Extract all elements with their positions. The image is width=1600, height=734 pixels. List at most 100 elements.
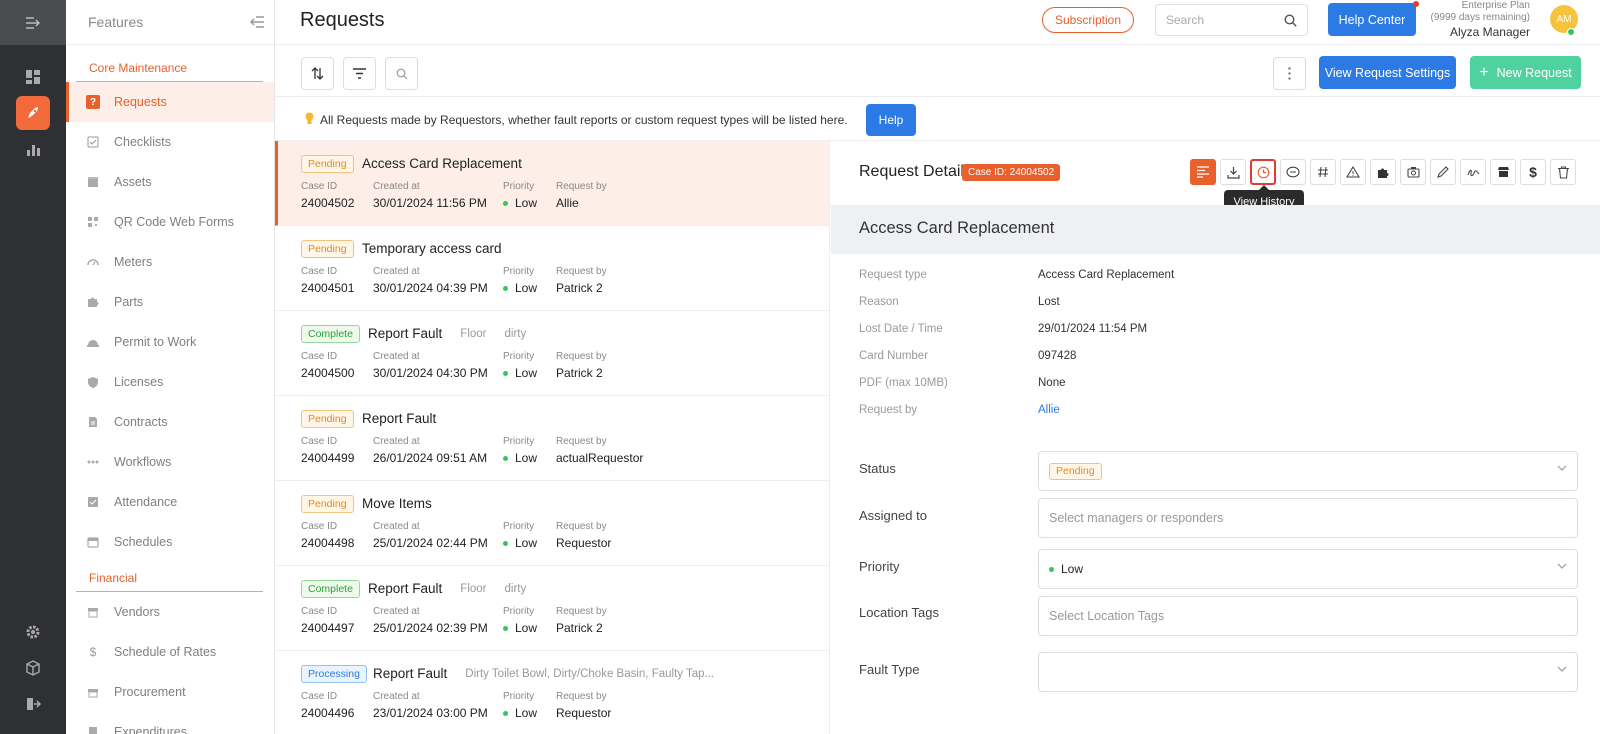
comments-button[interactable] [1280,159,1306,185]
case-id-value: 24004499 [301,451,355,465]
packages-rail-button[interactable] [16,651,50,685]
new-request-label: New Request [1496,65,1572,80]
search-icon [396,68,407,79]
subscription-button[interactable]: Subscription [1042,7,1134,33]
cart-icon [86,685,100,699]
details-view-button[interactable] [1190,159,1216,185]
sidebar-item-qr-code-web-forms[interactable]: QR Code Web Forms [66,202,274,242]
help-button[interactable]: Help [866,104,916,136]
request-row[interactable]: Pending Report Fault Case ID Created at Prio… [275,396,829,481]
view-request-settings-button[interactable]: View Request Settings [1319,56,1456,89]
created-at-label: Created at [373,691,420,702]
document-icon [86,415,100,429]
kebab-icon [1288,67,1291,80]
icon-rail [0,0,66,734]
logout-rail-button[interactable] [16,687,50,721]
status-badge: Pending [301,410,354,428]
case-id-value: 24004500 [301,366,355,380]
new-request-button[interactable]: + New Request [1470,56,1581,89]
priority-select[interactable]: Low [1038,549,1578,589]
request-row[interactable]: Pending Access Card Replacement Case ID Cre… [275,141,829,226]
online-status-dot [1567,28,1575,36]
sidebar-item-label: Permit to Work [114,335,197,349]
sidebar-item-requests[interactable]: ? Requests [66,82,274,122]
location-tags-select[interactable]: Select Location Tags [1038,596,1578,636]
request-row[interactable]: Complete Report Fault Floor dirty Case ID Cre… [275,566,829,651]
sidebar-item-procurement[interactable]: Procurement [66,672,274,712]
priority-text: Low [1061,562,1084,576]
expand-menu-button[interactable] [0,0,66,45]
sidebar-item-label: Attendance [114,495,178,509]
status-badge: Processing [301,665,367,683]
edit-button[interactable] [1430,159,1456,185]
dashboard-rail-button[interactable] [16,60,50,94]
tags-button[interactable] [1310,159,1336,185]
sidebar-item-schedules[interactable]: Schedules [66,522,274,562]
download-button[interactable] [1220,159,1246,185]
sidebar-item-contracts[interactable]: Contracts [66,402,274,442]
priority-text: Low [515,621,538,635]
cost-button[interactable]: $ [1520,159,1546,185]
request-row[interactable]: Complete Report Fault Floor dirty Case ID Cre… [275,311,829,396]
help-center-button[interactable]: Help Center [1328,3,1416,36]
dots-icon [86,455,100,469]
collapse-sidebar-icon[interactable] [250,16,264,28]
warning-button[interactable] [1340,159,1366,185]
created-at-label: Created at [373,181,420,192]
features-rail-button[interactable] [16,96,50,130]
settings-rail-button[interactable] [16,615,50,649]
archive-button[interactable] [1400,159,1426,185]
sidebar-item-schedule-of-rates[interactable]: $ Schedule of Rates [66,632,274,672]
case-id-value: 24004497 [301,621,355,635]
analytics-icon [27,145,40,156]
user-name[interactable]: Alyza Manager [1423,26,1530,38]
search-input[interactable] [1166,13,1276,27]
signature-button[interactable] [1460,159,1486,185]
location-tags-label: Location Tags [859,605,939,620]
case-id-label: Case ID [301,691,338,702]
priority-value: Low [503,706,537,720]
created-at-label: Created at [373,521,420,532]
parts-button[interactable] [1370,159,1396,185]
vendor-button[interactable] [1490,159,1516,185]
section-financial: Financial [76,562,263,592]
fault-type-select[interactable] [1038,652,1578,692]
search-box[interactable] [1155,4,1308,36]
cube-icon [26,660,40,676]
sidebar-item-expenditures[interactable]: Expenditures [66,712,274,734]
chevron-down-icon [1557,465,1567,471]
sidebar-item-permit-to-work[interactable]: Permit to Work [66,322,274,362]
analytics-rail-button[interactable] [16,132,50,166]
sidebar-item-vendors[interactable]: Vendors [66,592,274,632]
plan-remaining: (9999 days remaining) [1430,12,1531,23]
sidebar-item-checklists[interactable]: Checklists [66,122,274,162]
plus-icon: + [1479,63,1489,81]
assigned-to-select[interactable]: Select managers or responders [1038,498,1578,538]
request-title: Report Fault [373,666,448,681]
sidebar-item-assets[interactable]: Assets [66,162,274,202]
view-history-button[interactable] [1250,159,1276,185]
plan-name: Enterprise Plan [1461,0,1530,11]
more-options-button[interactable] [1273,57,1306,90]
request-row[interactable]: Processing Report Fault Dirty Toilet Bowl,… [275,651,829,734]
list-search-button[interactable] [385,57,418,90]
sidebar-item-licenses[interactable]: Licenses [66,362,274,402]
requester-link[interactable]: Allie [1038,404,1060,416]
status-badge: Pending [301,495,354,513]
priority-text: Low [515,281,538,295]
request-row[interactable]: Pending Move Items Case ID Created at Priori… [275,481,829,566]
request-row[interactable]: Pending Temporary access card Case ID Creat… [275,226,829,311]
sidebar-item-label: Contracts [114,415,168,429]
filter-button[interactable] [343,57,376,90]
features-sidebar: Features Core Maintenance ? Requests Chec… [66,0,275,734]
sidebar-item-attendance[interactable]: Attendance [66,482,274,522]
created-at-value: 25/01/2024 02:39 PM [373,621,488,635]
delete-button[interactable] [1550,159,1576,185]
sidebar-item-meters[interactable]: Meters [66,242,274,282]
sort-button[interactable] [301,57,334,90]
status-select[interactable]: Pending [1038,451,1578,491]
sidebar-item-workflows[interactable]: Workflows [66,442,274,482]
search-icon[interactable] [1284,13,1297,27]
sidebar-item-parts[interactable]: Parts [66,282,274,322]
features-header: Features [66,0,274,45]
